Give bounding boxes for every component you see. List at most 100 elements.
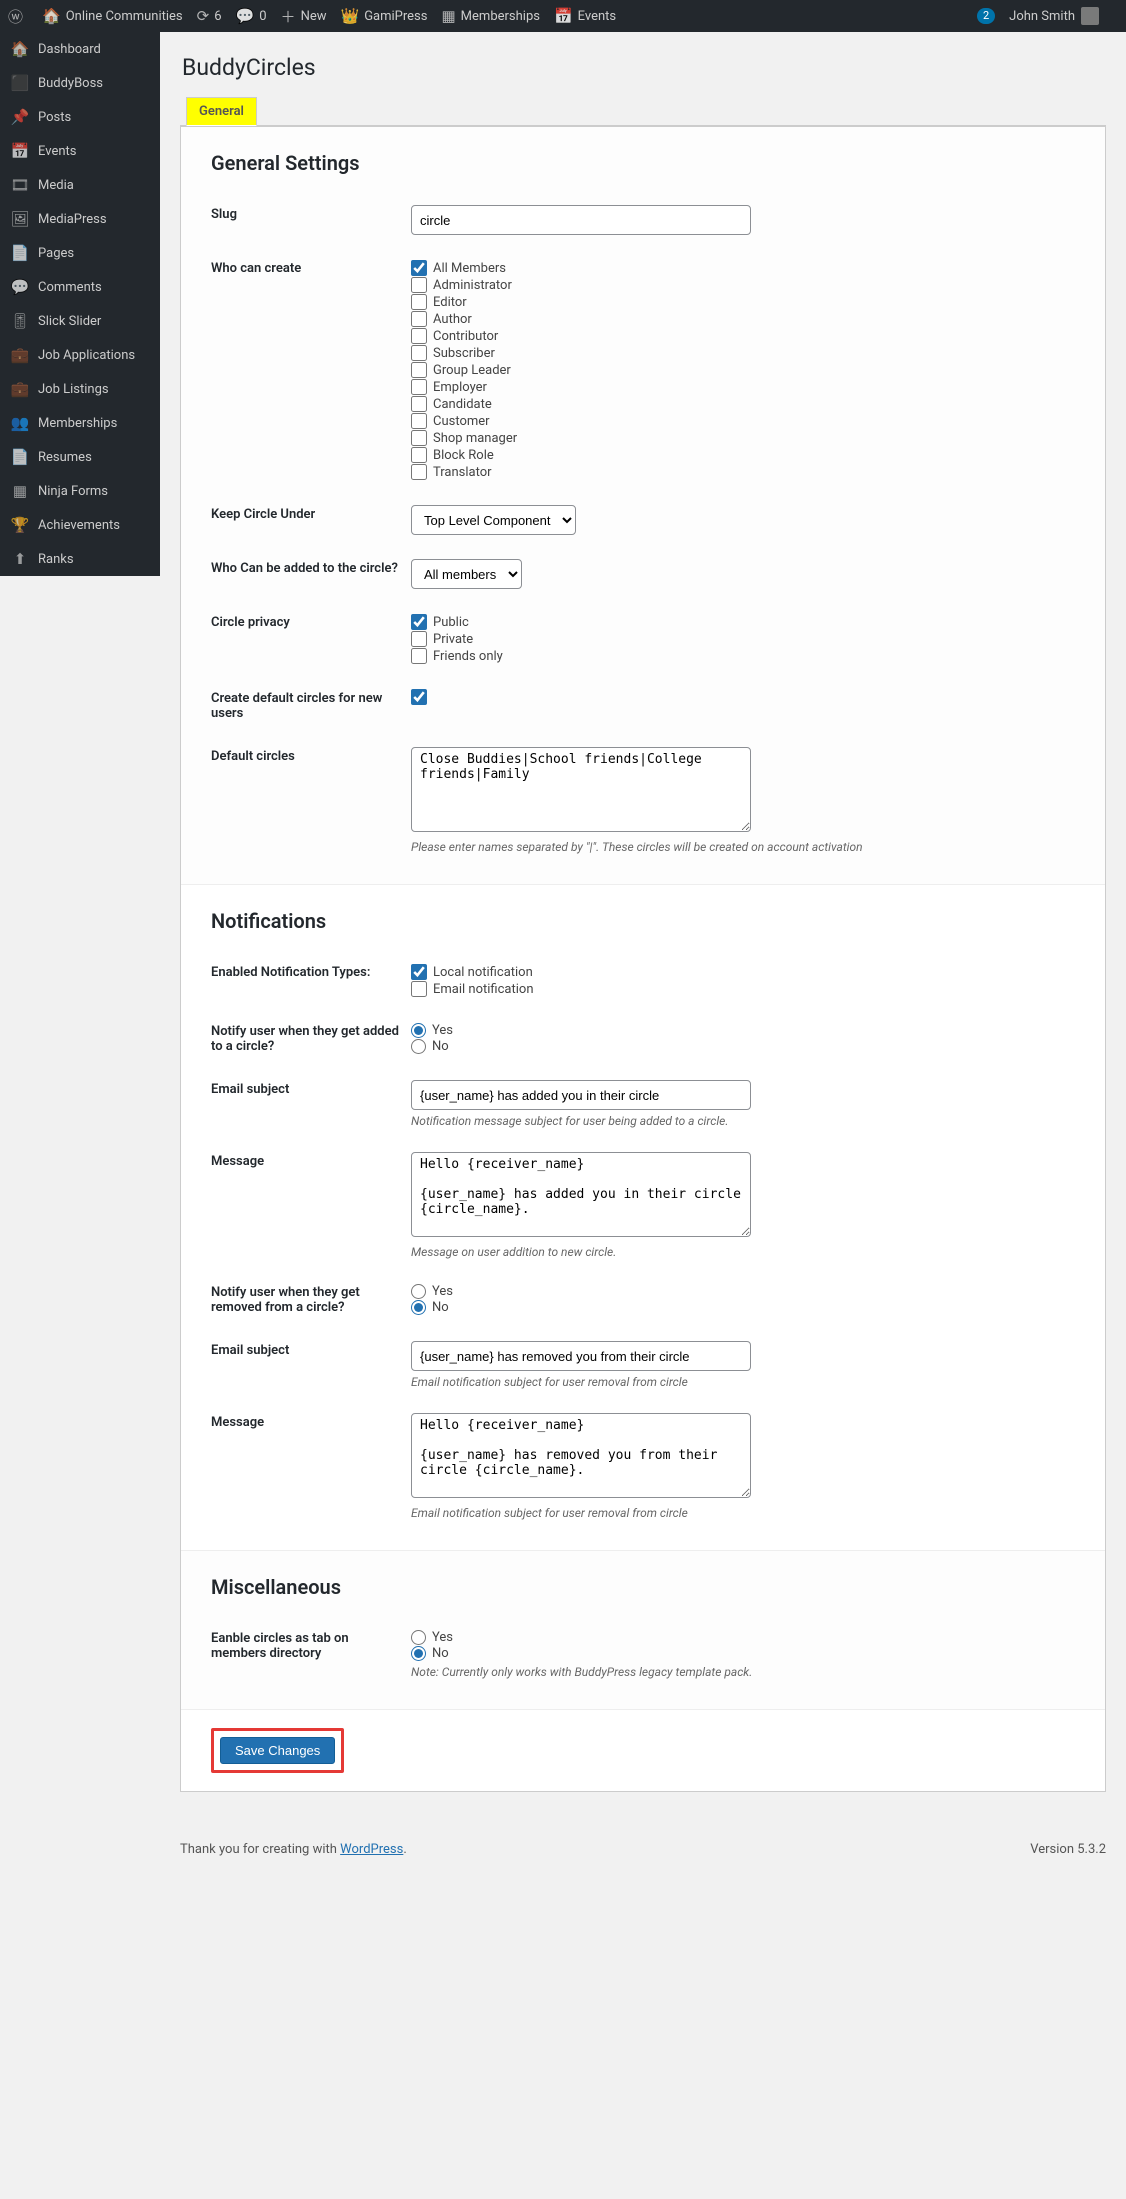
sidebar-item-job-applications[interactable]: 💼Job Applications <box>0 338 160 372</box>
role-checkbox[interactable] <box>411 464 427 480</box>
subject2-input[interactable] <box>411 1341 751 1371</box>
gamipress-link[interactable]: 👑GamiPress <box>341 7 428 25</box>
menu-icon: ⬛ <box>10 74 30 92</box>
menu-label: Achievements <box>38 518 120 533</box>
menu-label: Events <box>38 144 76 159</box>
subject1-input[interactable] <box>411 1080 751 1110</box>
menu-icon: 📄 <box>10 448 30 466</box>
wordpress-link[interactable]: WordPress <box>340 1842 403 1857</box>
role-checkbox[interactable] <box>411 311 427 327</box>
role-label: Block Role <box>433 448 494 463</box>
role-label: Candidate <box>433 397 492 412</box>
admin-menu: 🏠Dashboard ⬛ BuddyBoss 📌Posts 📅 Events 🎞Media🖼… <box>0 32 160 576</box>
notif-type-label: Email notification <box>433 982 534 997</box>
privacy-label: Friends only <box>433 649 503 664</box>
misc-tab-no[interactable] <box>411 1646 426 1661</box>
sidebar-item-ninja-forms[interactable]: ▦Ninja Forms <box>0 474 160 508</box>
role-checkbox[interactable] <box>411 413 427 429</box>
message2-label: Message <box>211 1401 411 1532</box>
role-label: Contributor <box>433 329 498 344</box>
sidebar-item-media[interactable]: 🎞Media <box>0 168 160 202</box>
role-checkbox[interactable] <box>411 396 427 412</box>
slug-input[interactable] <box>411 205 751 235</box>
misc-tab-label: Eanble circles as tab on members directo… <box>211 1617 411 1691</box>
memberships-link[interactable]: ▦Memberships <box>441 7 539 25</box>
default-circles-textarea[interactable] <box>411 747 751 832</box>
role-checkbox[interactable] <box>411 277 427 293</box>
menu-label: Pages <box>38 246 74 261</box>
notif-type-checkbox[interactable] <box>411 964 427 980</box>
role-checkbox[interactable] <box>411 379 427 395</box>
default-circles-desc: Please enter names separated by "|". The… <box>411 840 1075 854</box>
notifications-link[interactable]: 2 <box>973 8 995 24</box>
notify-removed-yes[interactable] <box>411 1284 426 1299</box>
role-checkbox[interactable] <box>411 294 427 310</box>
footer-version: Version 5.3.2 <box>1030 1842 1106 1857</box>
message1-label: Message <box>211 1140 411 1271</box>
tab-wrapper: General <box>180 97 1106 126</box>
sidebar-item-buddyboss[interactable]: ⬛ BuddyBoss <box>0 66 160 100</box>
enabled-types-label: Enabled Notification Types: <box>211 951 411 1010</box>
user-menu[interactable]: John Smith <box>1009 7 1104 25</box>
subject2-label: Email subject <box>211 1329 411 1401</box>
menu-label: BuddyBoss <box>38 76 103 91</box>
comments-link[interactable]: 💬0 <box>236 7 267 25</box>
menu-icon: 📅 <box>10 142 30 160</box>
privacy-checkbox[interactable] <box>411 648 427 664</box>
updates-count: 6 <box>214 9 221 24</box>
save-button[interactable]: Save Changes <box>220 1737 335 1764</box>
tab-general[interactable]: General <box>186 97 257 126</box>
menu-label: Posts <box>38 110 71 125</box>
sidebar-item-slick-slider[interactable]: 🎚Slick Slider <box>0 304 160 338</box>
role-label: Group Leader <box>433 363 511 378</box>
message1-textarea[interactable] <box>411 1152 751 1237</box>
sidebar-item-resumes[interactable]: 📄Resumes <box>0 440 160 474</box>
sidebar-item-dashboard[interactable]: 🏠Dashboard <box>0 32 160 66</box>
keep-under-label: Keep Circle Under <box>211 493 411 547</box>
message2-desc: Email notification subject for user remo… <box>411 1506 1075 1520</box>
site-link[interactable]: 🏠Online Communities <box>42 7 183 25</box>
menu-label: Ranks <box>38 552 74 567</box>
menu-label: Memberships <box>38 416 117 431</box>
role-checkbox[interactable] <box>411 362 427 378</box>
menu-label: Job Applications <box>38 348 135 363</box>
sidebar-item-job-listings[interactable]: 💼Job Listings <box>0 372 160 406</box>
sidebar-item-memberships[interactable]: 👥 Memberships <box>0 406 160 440</box>
keep-under-select[interactable]: Top Level Component <box>411 505 576 535</box>
sidebar-item-ranks[interactable]: ⬆Ranks <box>0 542 160 576</box>
comments-count: 0 <box>259 9 266 24</box>
events-link[interactable]: 📅Events <box>554 7 616 25</box>
wp-logo[interactable]: ⓦ <box>8 6 28 27</box>
sidebar-item-mediapress[interactable]: 🖼MediaPress <box>0 202 160 236</box>
subject1-desc: Notification message subject for user be… <box>411 1114 1075 1128</box>
misc-tab-yes[interactable] <box>411 1630 426 1645</box>
role-checkbox[interactable] <box>411 430 427 446</box>
notif-type-checkbox[interactable] <box>411 981 427 997</box>
privacy-checkbox[interactable] <box>411 631 427 647</box>
notify-added-yes[interactable] <box>411 1023 426 1038</box>
updates-link[interactable]: ⟳6 <box>197 7 222 25</box>
role-checkbox[interactable] <box>411 328 427 344</box>
footer-thanks: Thank you for creating with WordPress. <box>180 1842 407 1857</box>
menu-icon: 👥 <box>10 414 30 432</box>
role-checkbox[interactable] <box>411 345 427 361</box>
menu-label: MediaPress <box>38 212 107 227</box>
notify-removed-no[interactable] <box>411 1300 426 1315</box>
sidebar-item-comments[interactable]: 💬Comments <box>0 270 160 304</box>
sidebar-item-pages[interactable]: 📄Pages <box>0 236 160 270</box>
sidebar-item-achievements[interactable]: 🏆 Achievements <box>0 508 160 542</box>
notify-added-no[interactable] <box>411 1039 426 1054</box>
message2-textarea[interactable] <box>411 1413 751 1498</box>
new-link[interactable]: ＋New <box>281 6 327 27</box>
who-added-select[interactable]: All members <box>411 559 522 589</box>
role-label: Subscriber <box>433 346 495 361</box>
role-label: Editor <box>433 295 467 310</box>
sidebar-item-events[interactable]: 📅 Events <box>0 134 160 168</box>
menu-icon: 🏆 <box>10 516 30 534</box>
message1-desc: Message on user addition to new circle. <box>411 1245 1075 1259</box>
sidebar-item-posts[interactable]: 📌Posts <box>0 100 160 134</box>
role-checkbox[interactable] <box>411 447 427 463</box>
create-default-checkbox[interactable] <box>411 689 427 705</box>
role-checkbox[interactable] <box>411 260 427 276</box>
privacy-checkbox[interactable] <box>411 614 427 630</box>
